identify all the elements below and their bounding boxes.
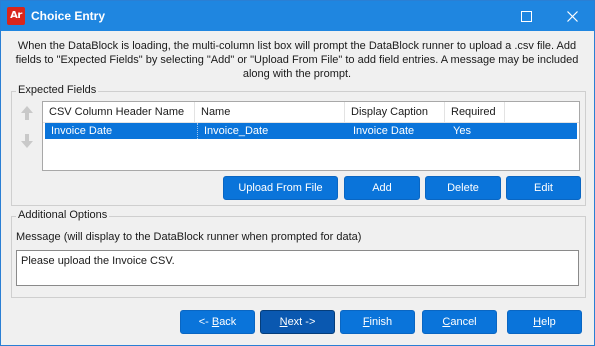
- additional-options-group: Additional Options Message (will display…: [11, 209, 586, 298]
- choice-entry-dialog: Ar Choice Entry When the DataBlock is lo…: [0, 0, 595, 346]
- cancel-button[interactable]: Cancel: [422, 310, 497, 334]
- finish-button-label: Finish: [362, 316, 393, 328]
- list-header: CSV Column Header Name Name Display Capt…: [43, 102, 579, 123]
- cancel-button-label: Cancel: [442, 316, 477, 328]
- additional-options-label: Additional Options: [16, 209, 110, 221]
- help-button[interactable]: Help: [507, 310, 582, 334]
- finish-button[interactable]: Finish: [340, 310, 415, 334]
- close-button[interactable]: [549, 1, 595, 31]
- next-button[interactable]: Next ->: [260, 310, 335, 334]
- title-bar[interactable]: Ar Choice Entry: [1, 1, 594, 31]
- column-header-required[interactable]: Required: [445, 102, 505, 122]
- cell-display-caption: Invoice Date: [353, 125, 415, 137]
- message-label: Message (will display to the DataBlock r…: [16, 231, 362, 243]
- message-field[interactable]: Please upload the Invoice CSV.: [16, 250, 579, 286]
- help-button-label: Help: [533, 316, 556, 328]
- arrow-down-icon: [21, 134, 33, 148]
- back-button-label: <- Back: [198, 316, 237, 328]
- arrow-up-icon: [21, 106, 33, 120]
- upload-from-file-button[interactable]: Upload From File: [223, 176, 338, 200]
- expected-fields-group: Expected Fields CSV Column Header Name N…: [11, 84, 586, 206]
- description-text: When the DataBlock is loading, the multi…: [15, 40, 579, 80]
- add-button[interactable]: Add: [344, 176, 420, 200]
- edit-button[interactable]: Edit: [506, 176, 581, 200]
- cell-csv-header: Invoice Date: [51, 125, 113, 137]
- cell-name: Invoice_Date: [197, 123, 347, 139]
- column-header-display-caption[interactable]: Display Caption: [345, 102, 445, 122]
- maximize-button[interactable]: [503, 1, 549, 31]
- column-header-name[interactable]: Name: [195, 102, 345, 122]
- expected-fields-label: Expected Fields: [16, 84, 99, 96]
- move-down-button[interactable]: [18, 132, 36, 150]
- delete-button[interactable]: Delete: [425, 176, 501, 200]
- cell-required: Yes: [453, 125, 471, 137]
- close-icon: [566, 10, 578, 22]
- move-up-button[interactable]: [18, 104, 36, 122]
- app-logo-icon: Ar: [7, 7, 25, 25]
- table-row[interactable]: Invoice Date Invoice_Date Invoice Date Y…: [45, 123, 577, 139]
- back-button[interactable]: <- Back: [180, 310, 255, 334]
- maximize-icon: [520, 10, 532, 22]
- expected-fields-list[interactable]: CSV Column Header Name Name Display Capt…: [42, 101, 580, 171]
- next-button-label: Next ->: [279, 316, 316, 328]
- column-header-csv[interactable]: CSV Column Header Name: [43, 102, 195, 122]
- window-title: Choice Entry: [31, 9, 106, 23]
